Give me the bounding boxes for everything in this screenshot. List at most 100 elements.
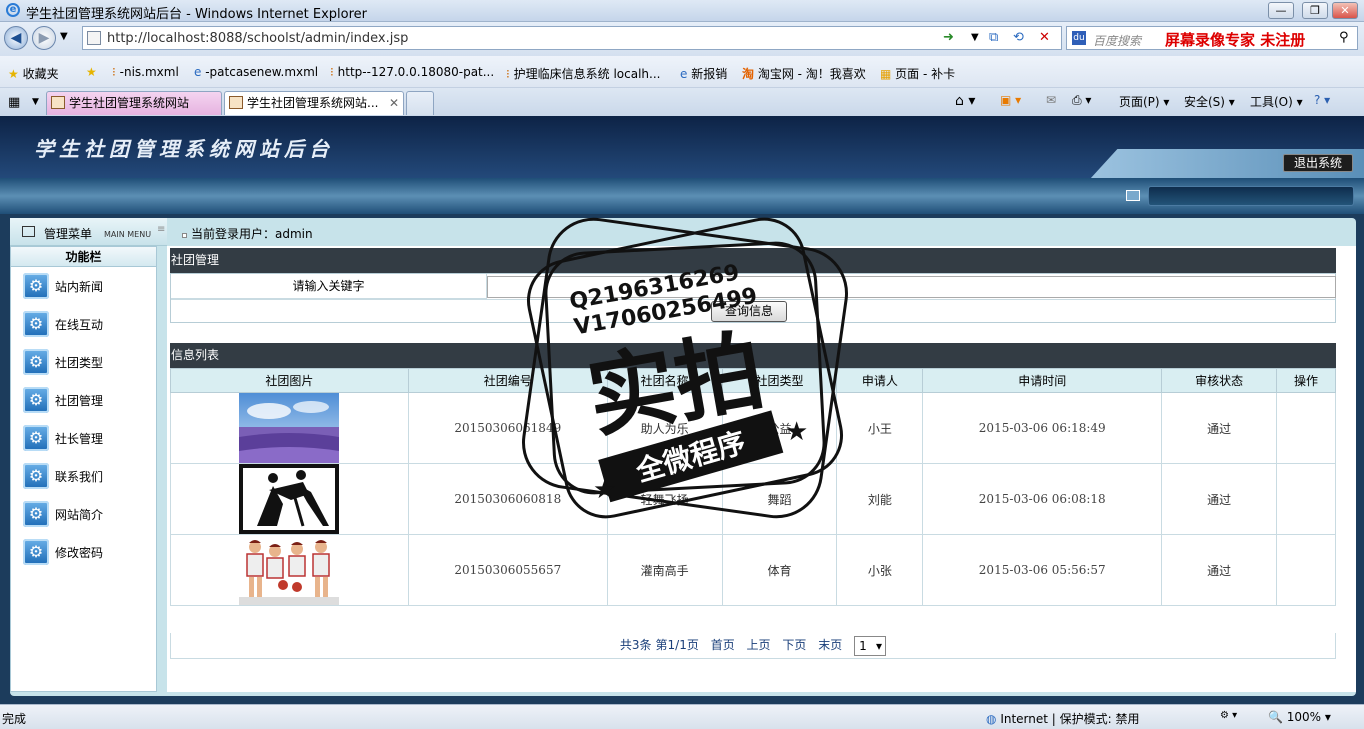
refresh-icon[interactable]: ⟲ [1013,30,1024,46]
sidebar-item-about[interactable]: ⚙ 网站简介 [23,499,153,531]
col-time: 申请时间 [922,368,1163,393]
image-cell [170,534,409,606]
sidebar-item-change-password[interactable]: ⚙ 修改密码 [23,537,153,569]
minimize-button[interactable]: — [1268,2,1294,19]
page-favicon-icon [87,31,101,45]
stop-icon[interactable]: ✕ [1039,30,1050,46]
col-code: 社团编号 [407,368,608,393]
globe-icon: ◍ [986,712,997,726]
print-icon[interactable]: ⎙ ▾ [1072,93,1091,108]
time-cell: 2015-03-06 06:08:18 [922,463,1163,535]
add-favorite-icon[interactable]: ★ [86,65,97,79]
time-cell: 2015-03-06 06:18:49 [922,392,1163,464]
query-button[interactable]: 查询信息 [711,301,787,322]
tab-2-active[interactable]: 学生社团管理系统网站... ✕ [224,91,404,115]
tools-menu[interactable]: 工具(O) ▾ [1250,93,1303,110]
logout-button[interactable]: 退出系统 [1283,154,1353,172]
search-go-icon[interactable]: ⚲ [1339,30,1349,45]
image-cell [170,392,409,464]
status-cell: 通过 [1161,534,1278,606]
tab-list-dropdown-icon[interactable]: ▼ [32,97,39,107]
mail-icon[interactable]: ✉ [1046,93,1056,107]
favorite-link-6[interactable]: 淘 淘宝网 - 淘！我喜欢 [742,65,866,82]
safety-menu[interactable]: 安全(S) ▾ [1184,93,1235,110]
favorite-link-1[interactable]: ⁝ -nis.mxml [112,65,179,79]
search-placeholder: 百度搜索 [1093,34,1142,48]
action-cell [1276,392,1336,464]
bullet-icon [182,233,187,238]
favorite-link-3[interactable]: ⁝ http--127.0.0.18080-pat... [330,65,494,79]
tab-1[interactable]: 学生社团管理系统网站 [46,91,222,115]
col-action: 操作 [1276,368,1336,393]
type-cell: 体育 [721,534,838,606]
page-menu[interactable]: 页面(P) ▾ [1119,93,1169,110]
favorites-bar: ★ 收藏夹 ★ ⁝ -nis.mxml e -patcasenew.mxml ⁝… [0,56,1364,88]
pager-prev-link[interactable]: 上页 [747,638,771,652]
sidebar-item-club-types[interactable]: ⚙ 社团类型 [23,347,153,379]
favorite-link-7[interactable]: ▦ 页面 - 补卡 [880,65,955,82]
new-tab-button[interactable] [406,91,434,115]
home-icon[interactable]: ⌂ ▾ [955,93,975,109]
main-panel: 管理菜单 MAIN MENU ≡ 当前登录用户：admin 功能栏 ⚙ 站内新闻 … [10,218,1356,696]
search-box[interactable]: du 百度搜索 屏幕录像专家 未注册 ⚲ [1066,26,1358,50]
dancers-silhouette-image [239,464,340,534]
gear-icon: ⚙ [23,501,49,527]
security-zone[interactable]: ◍ Internet | 保护模式: 禁用 [986,710,1140,727]
status-bar: 完成 ◍ Internet | 保护模式: 禁用 ⚙ ▾ 🔍 100% ▾ [0,704,1364,729]
back-button[interactable]: ◀ [4,26,28,50]
forward-button[interactable]: ▶ [32,26,56,50]
sidebar-collapse-handle[interactable]: ≡ [157,224,165,235]
close-window-button[interactable]: ✕ [1332,2,1358,19]
sidebar-item-club-manage[interactable]: ⚙ 社团管理 [23,385,153,417]
window-titlebar: e 学生社团管理系统网站后台 - Windows Internet Explor… [0,0,1364,22]
table-header-row: 社团图片 社团编号 社团名称 社团类型 申请人 申请时间 审核状态 操作 [170,368,1336,393]
pager-total: 共3条 [619,638,652,652]
ie-logo-icon: e [6,3,20,17]
zoom-control[interactable]: 🔍 100% ▾ [1268,710,1331,724]
name-cell: 灌南高手 [606,534,723,606]
sidebar-item-contact[interactable]: ⚙ 联系我们 [23,461,153,493]
current-user: 当前登录用户：admin [182,225,313,242]
keyword-input[interactable] [487,276,1336,298]
pager-next-link[interactable]: 下页 [782,638,806,652]
help-icon[interactable]: ? ▾ [1314,93,1330,107]
header-status-bar [1148,186,1354,206]
table-row: 20150306061849 助人为乐 公益 小王 2015-03-06 06:… [170,392,1336,464]
protected-mode-icon[interactable]: ⚙ ▾ [1220,710,1237,721]
sidebar-subtitle: MAIN MENU [104,230,152,239]
address-bar[interactable]: http://localhost:8088/schoolst/admin/ind… [82,26,1062,50]
address-url: http://localhost:8088/schoolst/admin/ind… [107,31,409,46]
pager-last-link[interactable]: 末页 [818,638,842,652]
favorite-link-4[interactable]: ⁝ 护理临床信息系统 localh... [506,65,660,82]
code-cell: 20150306061849 [407,392,608,464]
gear-icon: ⚙ [23,273,49,299]
quick-tabs-icon[interactable]: ▦ [8,95,20,110]
list-section-title: 信息列表 [170,343,1336,368]
feeds-icon[interactable]: ▣ ▾ [1000,93,1021,107]
maximize-button[interactable]: ❐ [1302,2,1328,19]
close-tab-icon[interactable]: ✕ [389,92,399,114]
manage-section-title: 社团管理 [170,248,1336,273]
sidebar: 功能栏 ⚙ 站内新闻 ⚙ 在线互动 ⚙ 社团类型 ⚙ 社团管理 ⚙ 社长管理 ⚙ 联系我们 … [10,246,157,692]
search-form-row [171,299,1335,300]
time-cell: 2015-03-06 05:56:57 [922,534,1163,606]
rss-compat-icon[interactable]: ⧉ [989,30,998,46]
tab-favicon-icon [51,96,65,109]
compat-view-icon[interactable]: ➜ [943,30,954,46]
tab-bar: ▦ ▼ 学生社团管理系统网站 学生社团管理系统网站... ✕ ⌂ ▾ ▣ ▾ ✉… [0,88,1364,116]
address-toolbar: ◀ ▶ ▼ http://localhost:8088/schoolst/adm… [0,22,1364,56]
sidebar-item-president-manage[interactable]: ⚙ 社长管理 [23,423,153,455]
favorite-link-2[interactable]: e -patcasenew.mxml [194,65,318,79]
page-select[interactable]: 1 [854,635,887,656]
favorites-button[interactable]: ★ 收藏夹 [8,65,59,82]
pager-first-link[interactable]: 首页 [711,638,735,652]
address-dropdown-icon[interactable]: ▼ [971,30,979,46]
code-cell: 20150306055657 [407,534,608,606]
pager-page: 第1/1页 [655,638,699,652]
col-type: 社团类型 [721,368,838,393]
gear-icon: ⚙ [23,539,49,565]
sidebar-item-interaction[interactable]: ⚙ 在线互动 [23,309,153,341]
sidebar-item-news[interactable]: ⚙ 站内新闻 [23,271,153,303]
history-dropdown-icon[interactable]: ▼ [60,31,68,42]
favorite-link-5[interactable]: e 新报销 [680,65,727,82]
